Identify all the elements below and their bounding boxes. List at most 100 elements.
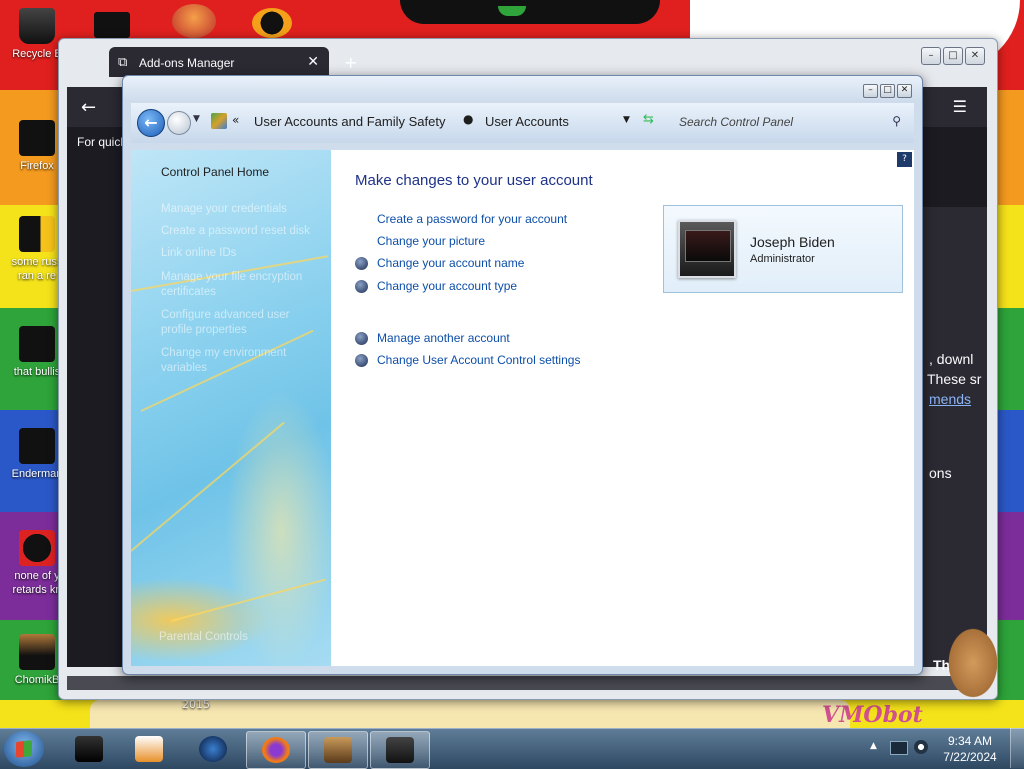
hamburger-menu-icon[interactable]: ☰: [953, 97, 967, 116]
decorative-streak: [130, 421, 285, 552]
firefox-link-mends[interactable]: mends: [929, 391, 971, 407]
puzzle-icon: ⧉: [118, 54, 128, 69]
search-box[interactable]: Search Control Panel ⚲: [673, 111, 905, 133]
network-icon[interactable]: [890, 741, 908, 755]
sidebar-link-environment[interactable]: Change my environment variables: [161, 346, 321, 376]
taskbar-control-panel[interactable]: [370, 731, 430, 769]
refresh-icon[interactable]: ⇆: [643, 112, 654, 127]
minimize-button[interactable]: –: [921, 47, 941, 65]
control-panel-icon: [211, 113, 227, 129]
firefox-icon: [19, 120, 55, 156]
taskbar-device-manager[interactable]: [60, 731, 118, 767]
tab-title: Add-ons Manager: [139, 56, 235, 70]
desktop-wallpaper-black-arc: [400, 0, 660, 24]
search-placeholder: Search Control Panel: [679, 115, 794, 129]
decorative-streak: [170, 578, 326, 622]
maximize-button[interactable]: □: [943, 47, 963, 65]
uac-shield-icon: [355, 354, 368, 367]
system-tray: ▲ 9:34 AM 7/22/2024: [864, 729, 1024, 769]
address-bar: ← ▼ « User Accounts and Family Safety ● …: [131, 103, 914, 143]
breadcrumb-item-user-accounts[interactable]: User Accounts: [485, 114, 569, 129]
uac-settings-link[interactable]: Change User Account Control settings: [377, 353, 580, 367]
volume-icon[interactable]: [914, 740, 928, 754]
user-name: Joseph Biden: [750, 234, 835, 250]
show-hidden-icons-icon[interactable]: ▲: [870, 741, 877, 751]
minimize-button[interactable]: –: [863, 84, 878, 98]
breadcrumb-separator-icon[interactable]: ●: [463, 112, 473, 126]
tab-addons-manager[interactable]: ⧉ Add-ons Manager ✕: [109, 47, 329, 77]
control-panel-titlebar[interactable]: – □ ✕: [123, 76, 922, 102]
recycle-bin-icon: [19, 8, 55, 44]
user-account-tile: Joseph Biden Administrator: [663, 205, 903, 293]
control-panel-window: – □ ✕ ← ▼ « User Accounts and Family Saf…: [122, 75, 923, 675]
change-account-type-link[interactable]: Change your account type: [377, 279, 517, 293]
page-title: Make changes to your user account: [355, 172, 593, 189]
taskbar-media-player[interactable]: [120, 731, 178, 767]
taskbar: ▲ 9:34 AM 7/22/2024: [0, 728, 1024, 769]
windows-logo-icon: [16, 740, 32, 758]
media-player-icon: [135, 736, 163, 762]
desktop-watermark: VMObot: [822, 702, 923, 728]
desktop-icon-app-top[interactable]: [172, 4, 216, 38]
firefox-window-controls: – □ ✕: [921, 47, 985, 65]
uac-shield-icon: [355, 280, 368, 293]
desktop-icon-app-top-2[interactable]: [252, 8, 292, 38]
uac-shield-icon: [355, 257, 368, 270]
taskbar-chomik-box[interactable]: [308, 731, 368, 769]
sidebar-link-credentials[interactable]: Manage your credentials: [161, 202, 287, 217]
firefox-icon: [262, 737, 290, 763]
change-picture-link[interactable]: Change your picture: [377, 234, 485, 248]
show-desktop-button[interactable]: [1010, 728, 1024, 768]
globe-icon: [199, 736, 227, 762]
close-button[interactable]: ✕: [965, 47, 985, 65]
forward-button[interactable]: [167, 111, 191, 135]
new-tab-icon[interactable]: +: [344, 53, 357, 72]
back-button[interactable]: ←: [137, 109, 165, 137]
clock-time: 9:34 AM: [947, 734, 993, 748]
control-panel-icon: [386, 737, 414, 763]
clock[interactable]: 9:34 AM 7/22/2024: [940, 733, 1000, 765]
document-icon: [19, 530, 55, 566]
firefox-text-downl: , downl: [929, 351, 974, 367]
close-tab-icon[interactable]: ✕: [307, 53, 319, 70]
address-dropdown-icon[interactable]: ▼: [623, 115, 630, 125]
firefox-bottom-strip: [67, 676, 987, 690]
recent-pages-dropdown-icon[interactable]: ▼: [193, 114, 200, 124]
help-icon[interactable]: ?: [897, 152, 912, 167]
document-icon: [19, 326, 55, 362]
desktop-icon-folder-top[interactable]: [94, 12, 130, 38]
hamster-box-icon: [324, 737, 352, 763]
maximize-button[interactable]: □: [880, 84, 895, 98]
clock-date: 7/22/2024: [943, 750, 997, 764]
document-icon: [19, 216, 55, 252]
manage-another-account-link[interactable]: Manage another account: [377, 331, 510, 345]
sidebar-link-online-ids[interactable]: Link online IDs: [161, 246, 236, 261]
navigation-pane: Control Panel Home Manage your credentia…: [130, 150, 331, 666]
window-controls: – □ ✕: [863, 84, 912, 98]
sidebar-link-encryption[interactable]: Manage your file encryption certificates: [161, 270, 321, 300]
back-arrow-icon[interactable]: ←: [81, 97, 96, 118]
avatar: [678, 220, 736, 278]
device-manager-icon: [75, 736, 103, 762]
breadcrumb-overflow-icon[interactable]: «: [232, 113, 239, 127]
search-icon[interactable]: ⚲: [892, 114, 901, 128]
hamster-icon: [19, 634, 55, 670]
change-account-name-link[interactable]: Change your account name: [377, 256, 524, 270]
sidebar-link-reset-disk[interactable]: Create a password reset disk: [161, 224, 310, 239]
user-role: Administrator: [750, 253, 815, 265]
firefox-text-ons: ons: [929, 465, 952, 481]
close-button[interactable]: ✕: [897, 84, 912, 98]
control-panel-home-link[interactable]: Control Panel Home: [161, 165, 269, 179]
firefox-text-these: These sr: [927, 371, 982, 387]
start-button[interactable]: [4, 731, 44, 767]
taskbar-firefox[interactable]: [246, 731, 306, 769]
sidebar-link-parental-controls[interactable]: Parental Controls: [159, 630, 248, 645]
taskbar-internet-explorer[interactable]: [184, 731, 242, 767]
breadcrumb-item-family-safety[interactable]: User Accounts and Family Safety: [254, 114, 445, 129]
create-password-link[interactable]: Create a password for your account: [377, 212, 567, 226]
hamster-sticker: [940, 608, 1006, 704]
control-panel-body: Control Panel Home Manage your credentia…: [130, 150, 914, 666]
application-icon: [19, 428, 55, 464]
firefox-quick-text: For quick: [77, 135, 127, 149]
sidebar-link-profile-properties[interactable]: Configure advanced user profile properti…: [161, 308, 321, 338]
